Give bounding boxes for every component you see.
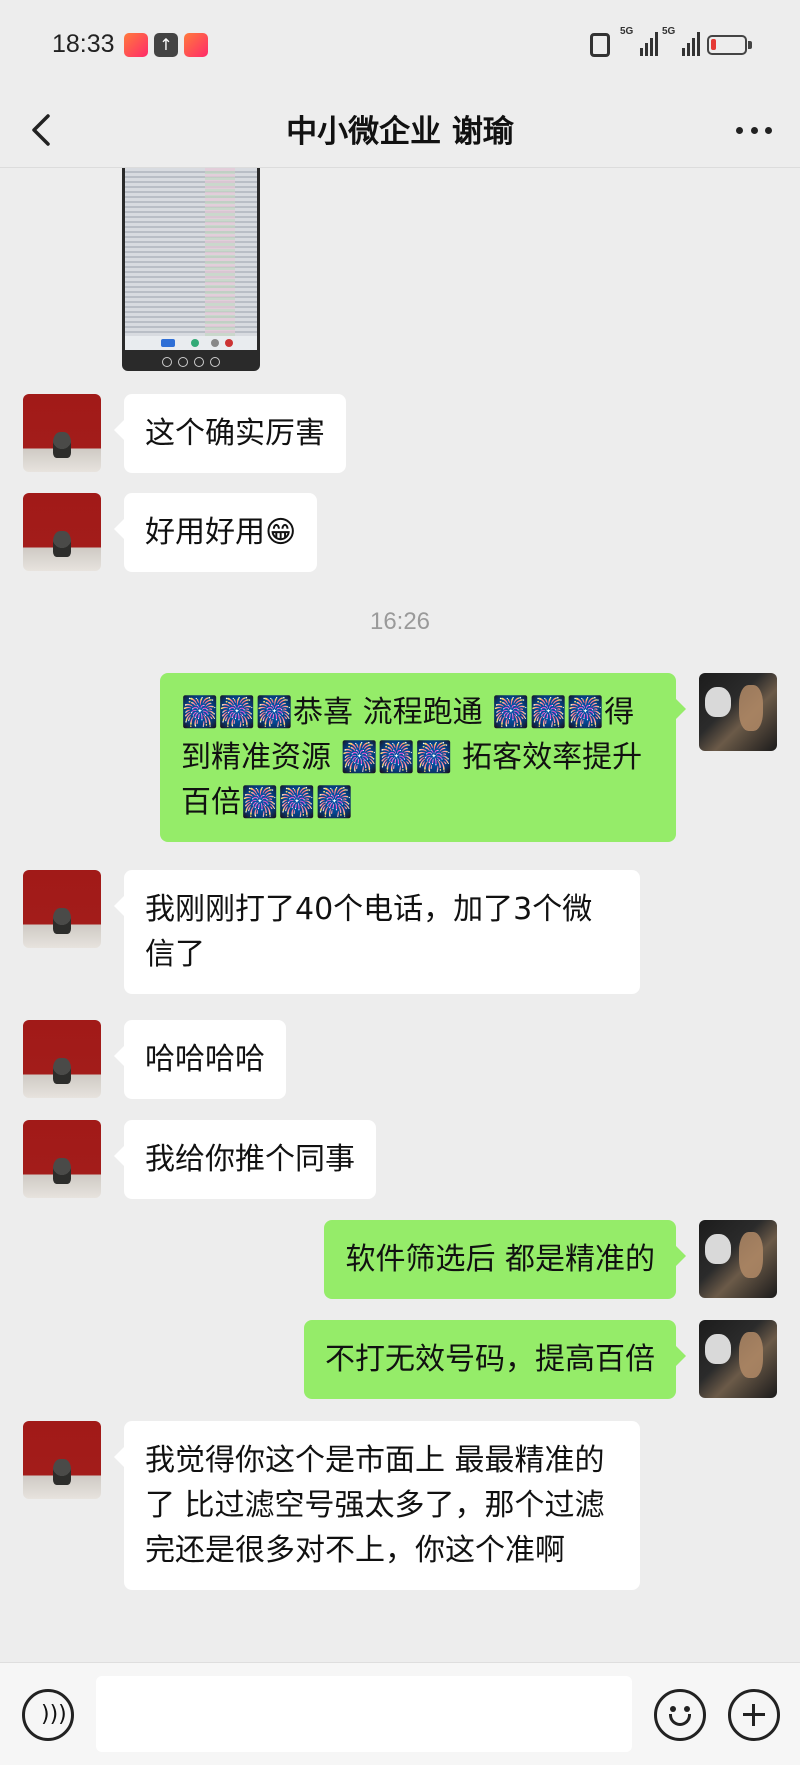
plus-icon[interactable] bbox=[728, 1689, 780, 1741]
nfc-icon bbox=[590, 33, 610, 57]
avatar[interactable] bbox=[699, 673, 777, 751]
chat-header: 中小微企业 谢瑜 bbox=[0, 92, 800, 168]
message-input[interactable] bbox=[96, 1676, 632, 1752]
signal-icon: 5G bbox=[620, 26, 658, 56]
incoming-message[interactable]: 好用好用😁 bbox=[113, 493, 318, 572]
incoming-message[interactable]: 这个确实厉害 bbox=[114, 394, 346, 473]
emoji-icon[interactable] bbox=[654, 1689, 706, 1741]
outgoing-message[interactable]: 不打无效号码，提高百倍 bbox=[304, 1320, 686, 1399]
avatar[interactable] bbox=[23, 870, 101, 948]
upload-icon: ↑ bbox=[154, 33, 178, 57]
avatar[interactable] bbox=[23, 1020, 101, 1098]
incoming-message[interactable]: 我觉得你这个是市面上 最最精准的了 比过滤空号强太多了，那个过滤完还是很多对不上… bbox=[114, 1421, 640, 1590]
message-list[interactable]: 这个确实厉害 好用好用😁 16:26 🎆🎆🎆恭喜 流程跑通 🎆🎆🎆得到精准资源 … bbox=[0, 168, 800, 1662]
network-type-label: 5G bbox=[620, 26, 634, 37]
outgoing-message[interactable]: 软件筛选后 都是精准的 bbox=[324, 1220, 686, 1299]
chat-title: 中小微企业 谢瑜 bbox=[286, 114, 514, 150]
notification-app-icon bbox=[184, 33, 208, 57]
image-message[interactable] bbox=[122, 168, 260, 371]
screenshot-thumbnail bbox=[125, 168, 257, 336]
battery-level bbox=[711, 39, 716, 50]
voice-icon[interactable]: ))) bbox=[22, 1689, 74, 1741]
avatar[interactable] bbox=[23, 1120, 101, 1198]
incoming-message[interactable]: 哈哈哈哈 bbox=[114, 1020, 286, 1099]
signal-icon: 5G bbox=[662, 26, 700, 56]
battery-icon bbox=[707, 35, 752, 55]
status-time: 18:33 bbox=[52, 30, 115, 58]
input-bar: ))) bbox=[0, 1662, 800, 1765]
notification-app-icon bbox=[124, 33, 148, 57]
more-dots-icon[interactable] bbox=[730, 108, 778, 152]
avatar[interactable] bbox=[23, 394, 101, 472]
avatar[interactable] bbox=[23, 1421, 101, 1499]
incoming-message[interactable]: 我给你推个同事 bbox=[114, 1120, 376, 1199]
incoming-message[interactable]: 我刚刚打了40个电话，加了3个微信了 bbox=[114, 870, 640, 994]
timestamp: 16:26 bbox=[369, 608, 431, 635]
network-type-label: 5G bbox=[662, 26, 676, 37]
status-bar: 18:33 ↑ 5G 5G bbox=[0, 0, 800, 92]
outgoing-message[interactable]: 🎆🎆🎆恭喜 流程跑通 🎆🎆🎆得到精准资源 🎆🎆🎆 拓客效率提升百倍🎆🎆🎆 bbox=[160, 673, 686, 842]
avatar[interactable] bbox=[699, 1320, 777, 1398]
avatar[interactable] bbox=[699, 1220, 777, 1298]
avatar[interactable] bbox=[23, 493, 101, 571]
